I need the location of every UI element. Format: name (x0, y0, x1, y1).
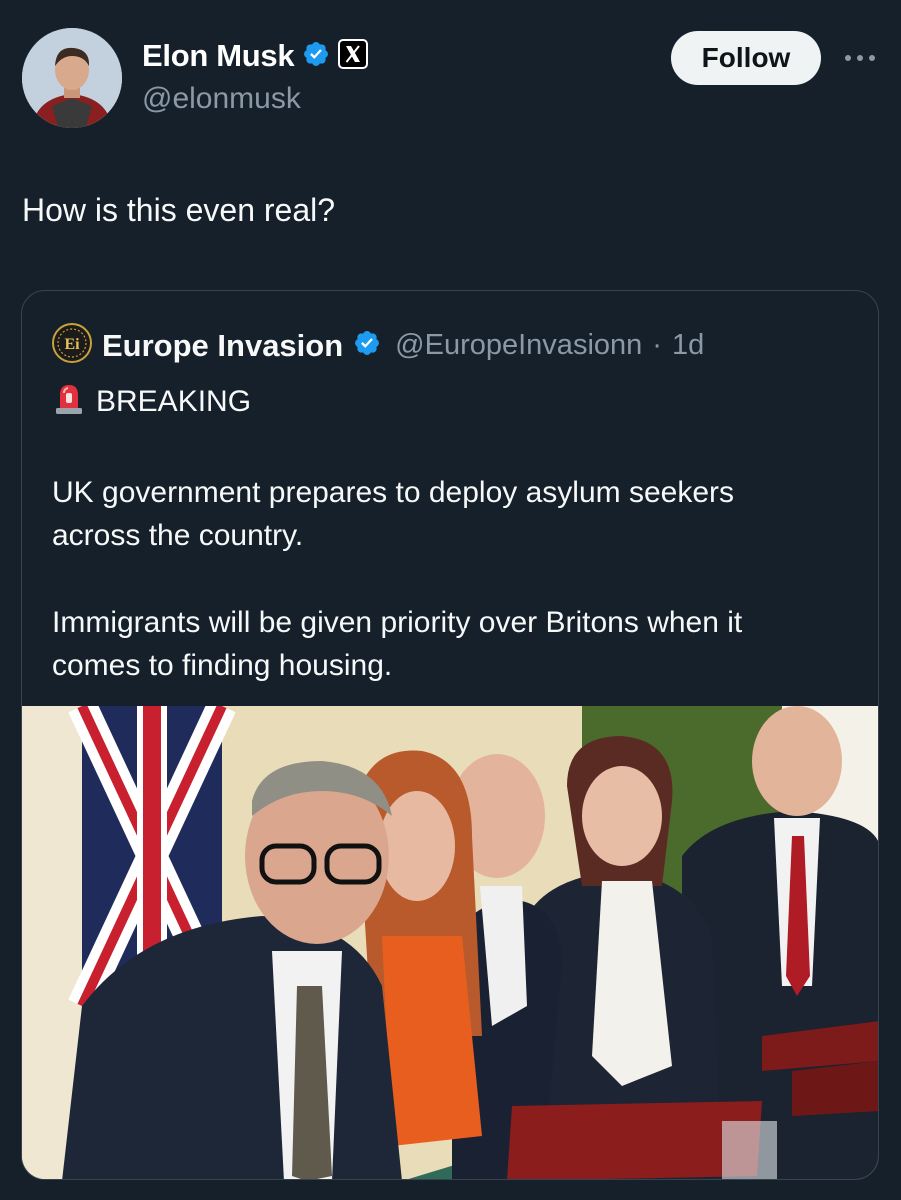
more-options-icon[interactable] (842, 46, 878, 70)
author-avatar-image (22, 28, 122, 128)
quoted-paragraph-1: UK government prepares to deploy asylum … (52, 471, 862, 557)
quoted-breaking-text: BREAKING (96, 385, 252, 418)
quoted-paragraph-1-line-2: across the country. (52, 519, 304, 552)
follow-button[interactable]: Follow (671, 31, 821, 85)
quoted-paragraph-2-line-2: comes to finding housing. (52, 649, 393, 682)
author-avatar[interactable] (22, 28, 122, 128)
author-name-row: Elon Musk (142, 38, 369, 74)
quoted-author-handle[interactable]: @EuropeInvasionn (395, 329, 642, 362)
quoted-author-avatar[interactable]: Ei (52, 323, 92, 368)
quoted-tweet-header: Ei Europe Invasion @EuropeInvasionn · 1d (52, 323, 704, 368)
quoted-breaking-line: BREAKING (52, 381, 251, 423)
verified-badge-icon (302, 40, 330, 73)
quoted-paragraph-2: Immigrants will be given priority over B… (52, 601, 862, 687)
quoted-separator: · (652, 329, 662, 361)
author-handle[interactable]: @elonmusk (142, 82, 301, 116)
author-name[interactable]: Elon Musk (142, 38, 295, 74)
police-light-icon (52, 381, 86, 423)
tweet-text: How is this even real? (22, 192, 336, 228)
quoted-avatar-initials: Ei (64, 336, 80, 353)
quoted-verified-badge-icon (353, 329, 381, 362)
quoted-tweet-card[interactable]: Ei Europe Invasion @EuropeInvasionn · 1d… (21, 290, 879, 1180)
quoted-timestamp[interactable]: 1d (672, 329, 704, 362)
quoted-paragraph-1-line-1: UK government prepares to deploy asylum … (52, 476, 735, 509)
quoted-tweet-photo[interactable] (22, 706, 879, 1180)
quoted-paragraph-2-line-1: Immigrants will be given priority over B… (52, 606, 743, 639)
quoted-author-name[interactable]: Europe Invasion (102, 328, 343, 364)
x-affiliate-badge-icon (338, 38, 369, 74)
